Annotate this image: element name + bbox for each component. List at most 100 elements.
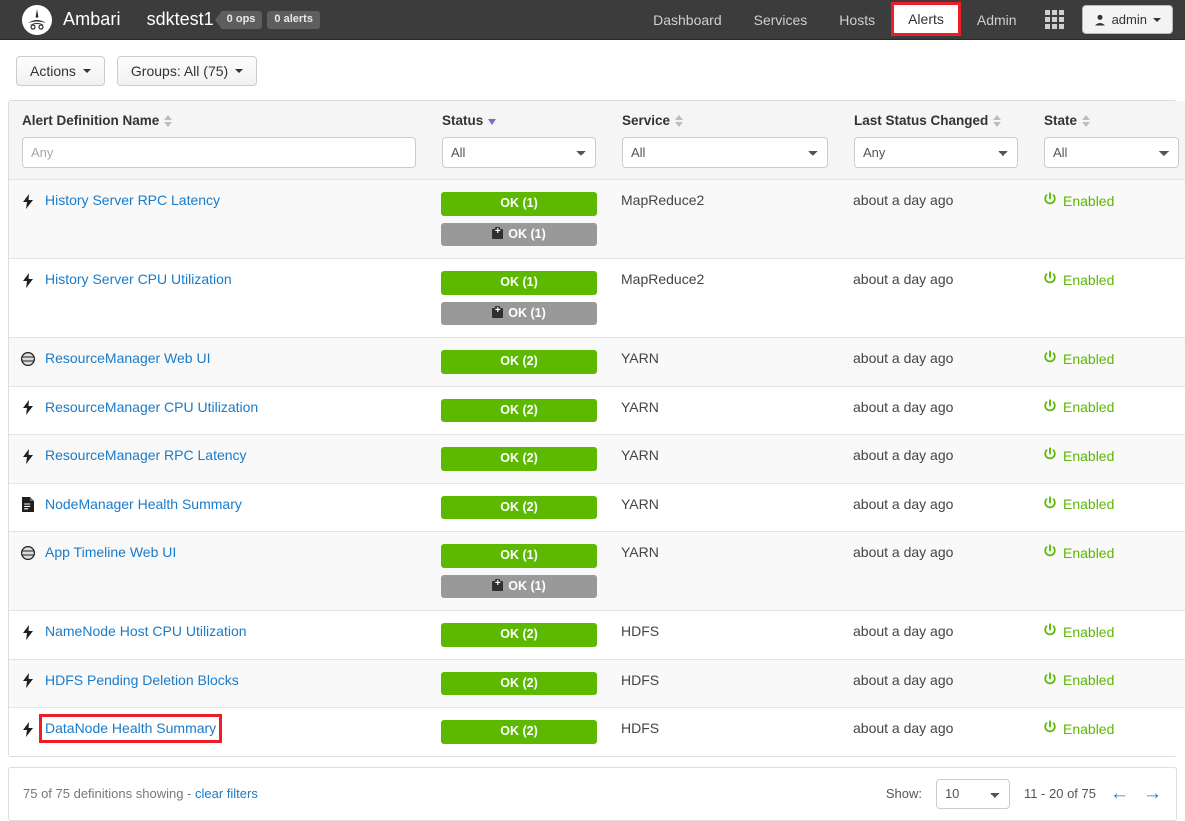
- state-label: Enabled: [1063, 720, 1115, 737]
- filter-select-service[interactable]: All: [622, 137, 828, 168]
- status-badge[interactable]: OK (2): [441, 350, 597, 374]
- column-header-label[interactable]: Alert Definition Name: [22, 113, 416, 128]
- nav-item-hosts[interactable]: Hosts: [823, 0, 891, 39]
- lightning-bolt-icon: [21, 272, 35, 288]
- cluster-chips: 0 ops 0 alerts: [219, 10, 320, 29]
- alert-definition-link[interactable]: App Timeline Web UI: [45, 544, 176, 561]
- brand-name[interactable]: Ambari: [63, 9, 121, 30]
- filter-input-name[interactable]: [22, 137, 416, 168]
- chevron-down-icon: [235, 69, 244, 73]
- alert-definitions-table: Alert Definition Name Status All: [9, 101, 1185, 756]
- groups-filter-button[interactable]: Groups: All (75): [116, 56, 258, 86]
- chevron-down-icon: [1153, 17, 1161, 22]
- table-row: History Server CPU Utilization OK (1)OK …: [9, 258, 1185, 338]
- column-status: Status All: [429, 101, 609, 180]
- cell-alert-name: ResourceManager CPU Utilization: [9, 385, 429, 435]
- table-header-row: Alert Definition Name Status All: [9, 101, 1185, 180]
- sort-toggle-icon[interactable]: [993, 114, 1002, 127]
- alert-definition-link[interactable]: History Server CPU Utilization: [45, 271, 232, 288]
- cell-state: Enabled: [1031, 707, 1185, 756]
- status-badge[interactable]: OK (2): [441, 447, 597, 471]
- cell-alert-name: App Timeline Web UI: [9, 531, 429, 611]
- maintenance-mode-icon: [492, 305, 504, 318]
- status-badge[interactable]: OK (1): [441, 574, 597, 598]
- user-menu-button[interactable]: admin: [1081, 5, 1173, 34]
- column-header-label[interactable]: Status: [442, 113, 596, 128]
- globe-icon: [21, 545, 35, 561]
- actions-button[interactable]: Actions: [16, 56, 105, 86]
- status-badge[interactable]: OK (2): [441, 671, 597, 695]
- lightning-bolt-icon: [21, 400, 35, 416]
- cell-service: YARN: [609, 385, 841, 435]
- arrow-left-icon[interactable]: ←: [1110, 784, 1129, 803]
- status-badge[interactable]: OK (2): [441, 398, 597, 422]
- apps-grid-button[interactable]: [1033, 0, 1076, 39]
- cell-state: Enabled: [1031, 531, 1185, 611]
- status-badge[interactable]: OK (1): [441, 192, 597, 216]
- status-badge-label: OK (2): [500, 451, 538, 465]
- last-status-changed-text: about a day ago: [853, 495, 954, 512]
- filter-select-state[interactable]: All: [1044, 137, 1179, 168]
- last-status-changed-text: about a day ago: [853, 671, 954, 688]
- cell-status: OK (1) OK (1): [429, 531, 609, 611]
- alerts-toolbar: Actions Groups: All (75): [0, 40, 1185, 100]
- sort-toggle-icon[interactable]: [675, 114, 684, 127]
- cell-alert-name: ResourceManager RPC Latency: [9, 434, 429, 483]
- sort-toggle-icon[interactable]: [1082, 114, 1091, 127]
- cell-state: Enabled: [1031, 482, 1185, 532]
- status-badge[interactable]: OK (2): [441, 720, 597, 744]
- clear-filters-link[interactable]: clear filters: [195, 786, 258, 801]
- status-badge[interactable]: OK (1): [441, 301, 597, 325]
- column-header-label[interactable]: Service: [622, 113, 828, 128]
- alert-definition-link[interactable]: ResourceManager Web UI: [45, 350, 210, 367]
- nav-item-alerts[interactable]: Alerts: [891, 2, 961, 36]
- groups-filter-label: Groups: All (75): [130, 63, 229, 79]
- filter-select-last-changed[interactable]: Any: [854, 137, 1018, 168]
- status-badge[interactable]: OK (1): [441, 222, 597, 246]
- nav-item-dashboard[interactable]: Dashboard: [637, 0, 738, 39]
- arrow-right-icon[interactable]: →: [1143, 784, 1162, 803]
- status-badge-label: OK (1): [500, 196, 538, 210]
- cell-last-changed: about a day ago: [841, 482, 1031, 532]
- status-badge[interactable]: OK (2): [441, 495, 597, 519]
- service-name: HDFS: [621, 671, 660, 688]
- sort-desc-icon[interactable]: [488, 119, 497, 125]
- status-badge-label: OK (1): [508, 578, 546, 593]
- alert-definition-link[interactable]: NameNode Host CPU Utilization: [45, 623, 247, 640]
- alert-definition-link[interactable]: NodeManager Health Summary: [45, 496, 242, 513]
- alerts-table-panel: Alert Definition Name Status All: [8, 100, 1185, 757]
- status-badge[interactable]: OK (1): [441, 544, 597, 568]
- power-icon: [1043, 447, 1057, 464]
- ambari-logo-icon[interactable]: [22, 4, 52, 35]
- cell-service: HDFS: [609, 610, 841, 659]
- alert-definition-link[interactable]: History Server RPC Latency: [45, 192, 220, 209]
- nav-item-admin[interactable]: Admin: [961, 0, 1033, 39]
- page-range-text: 11 - 20 of 75: [1023, 786, 1096, 801]
- lightning-bolt-icon: [21, 193, 35, 209]
- sort-toggle-icon[interactable]: [164, 114, 173, 127]
- alert-definition-link[interactable]: DataNode Health Summary: [38, 714, 223, 743]
- alerts-count-chip[interactable]: 0 alerts: [267, 10, 320, 29]
- state-label: Enabled: [1063, 192, 1115, 209]
- nav-item-services[interactable]: Services: [738, 0, 824, 39]
- page-size-select[interactable]: 10: [935, 778, 1010, 809]
- column-header-label[interactable]: State: [1044, 113, 1179, 128]
- status-badge[interactable]: OK (2): [441, 623, 597, 647]
- column-service: Service All: [609, 101, 841, 180]
- status-badge-label: OK (1): [508, 305, 546, 320]
- cell-alert-name: HDFS Pending Deletion Blocks: [9, 658, 429, 708]
- lightning-bolt-icon: [21, 448, 35, 464]
- status-badge[interactable]: OK (1): [441, 271, 597, 295]
- last-status-changed-text: about a day ago: [853, 447, 954, 463]
- cell-service: YARN: [609, 337, 841, 386]
- column-header-label[interactable]: Last Status Changed: [854, 113, 1018, 128]
- alert-definition-link[interactable]: HDFS Pending Deletion Blocks: [45, 672, 239, 689]
- filter-select-status[interactable]: All: [442, 137, 596, 168]
- ops-count-chip[interactable]: 0 ops: [219, 10, 263, 29]
- table-row: NodeManager Health Summary OK (2) YARN a…: [9, 482, 1185, 532]
- alert-definition-link[interactable]: ResourceManager CPU Utilization: [45, 399, 258, 416]
- cell-status: OK (1) OK (1): [429, 258, 609, 338]
- alert-definition-link[interactable]: ResourceManager RPC Latency: [45, 447, 247, 464]
- last-status-changed-text: about a day ago: [853, 350, 954, 366]
- cluster-name[interactable]: sdktest1: [147, 9, 214, 30]
